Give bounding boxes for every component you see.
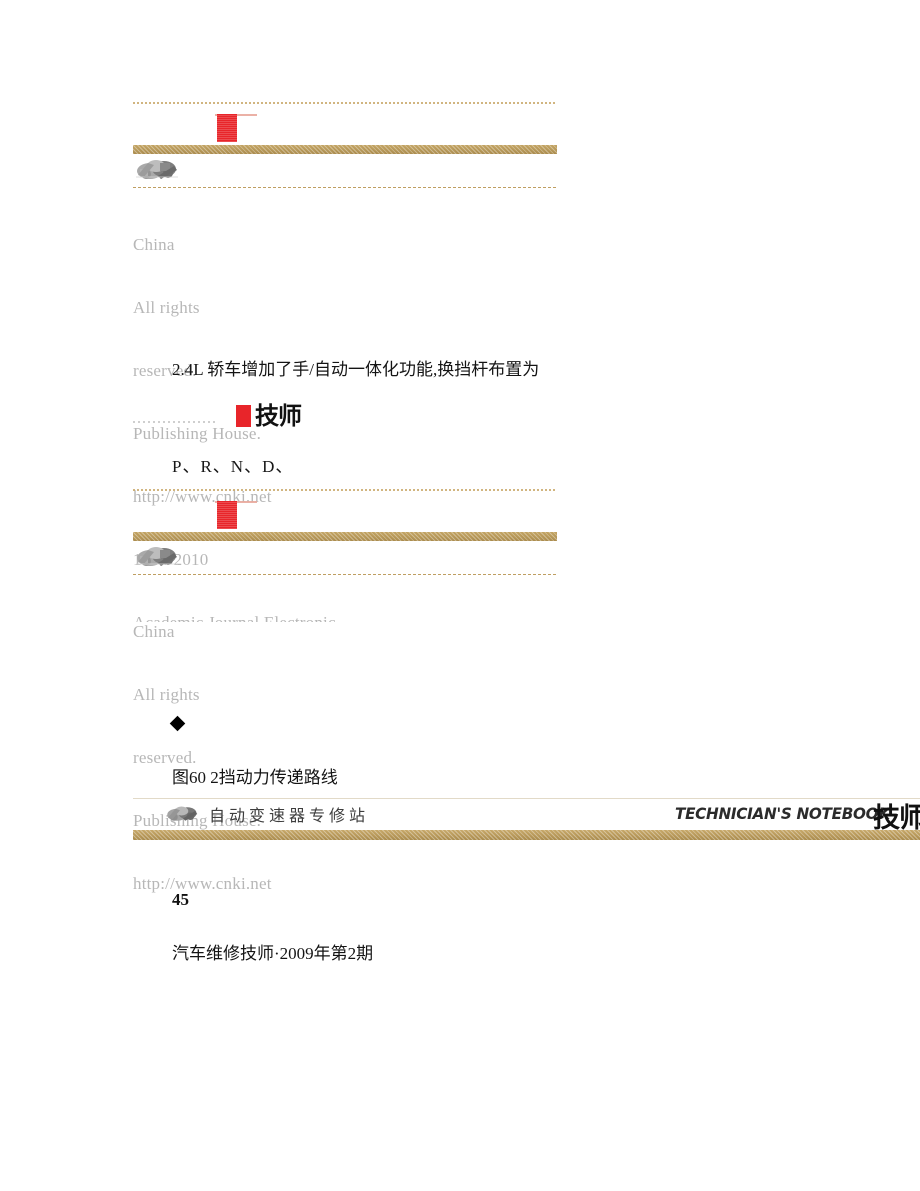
footer-hairline bbox=[133, 798, 920, 799]
red-square-marker bbox=[217, 114, 237, 142]
masthead-bottom-rule bbox=[133, 187, 557, 188]
logo-red-square-icon bbox=[236, 405, 251, 427]
logo-leader-dots bbox=[133, 421, 217, 423]
body-paragraph-1: 2.4L 轿车增加了手/自动一体化功能,换挡杆布置为 bbox=[172, 360, 540, 379]
footer-cn-clip: 技师 bbox=[873, 798, 920, 834]
masthead-top-rule bbox=[133, 102, 557, 104]
red-square-marker bbox=[217, 501, 237, 529]
masthead-top-rule bbox=[133, 489, 557, 491]
footer-title-cn-right: 技师 bbox=[873, 803, 920, 834]
logo-text-clip: 技师 bbox=[255, 403, 318, 429]
watermark-line: All rights bbox=[133, 298, 200, 317]
figure-caption: 图60 2挡动力传递路线 bbox=[172, 768, 338, 787]
masthead-block-2: China All rights reserved. Publishing Ho… bbox=[133, 489, 557, 893]
inline-jishi-logo: 技师 bbox=[133, 403, 323, 429]
footer-gold-band bbox=[133, 830, 920, 840]
running-footer-banner: 自动变速器专修站 TECHNICIAN'S NOTEBOOK 技师 bbox=[133, 798, 920, 840]
masthead-bottom-rule bbox=[133, 574, 557, 575]
logo-text: 技师 bbox=[255, 403, 302, 429]
cnki-watermark-2: China All rights reserved. Publishing Ho… bbox=[133, 579, 272, 936]
gear-cluster-icon bbox=[134, 544, 182, 570]
footer-title-cn: 自动变速器专修站 bbox=[209, 806, 370, 825]
page-number: 45 bbox=[172, 890, 189, 909]
gear-cluster-icon bbox=[134, 157, 182, 183]
gear-positions-line: P、R、N、D、 bbox=[172, 457, 294, 476]
masthead-gold-bar bbox=[133, 532, 557, 541]
masthead-block-1: China All rights reserved. Publishing Ho… bbox=[133, 102, 557, 622]
masthead-gold-bar bbox=[133, 145, 557, 154]
footer-gear-cluster-icon bbox=[165, 804, 201, 824]
watermark-line: http://www.cnki.net bbox=[133, 874, 272, 893]
watermark-line: China bbox=[133, 235, 175, 254]
issue-line: 汽车维修技师·2009年第2期 bbox=[172, 944, 374, 963]
document-page: China All rights reserved. Publishing Ho… bbox=[0, 0, 920, 1191]
watermark-line: China bbox=[133, 622, 175, 641]
watermark-line: All rights bbox=[133, 685, 200, 704]
footer-title-en: TECHNICIAN'S NOTEBOOK bbox=[675, 804, 890, 823]
